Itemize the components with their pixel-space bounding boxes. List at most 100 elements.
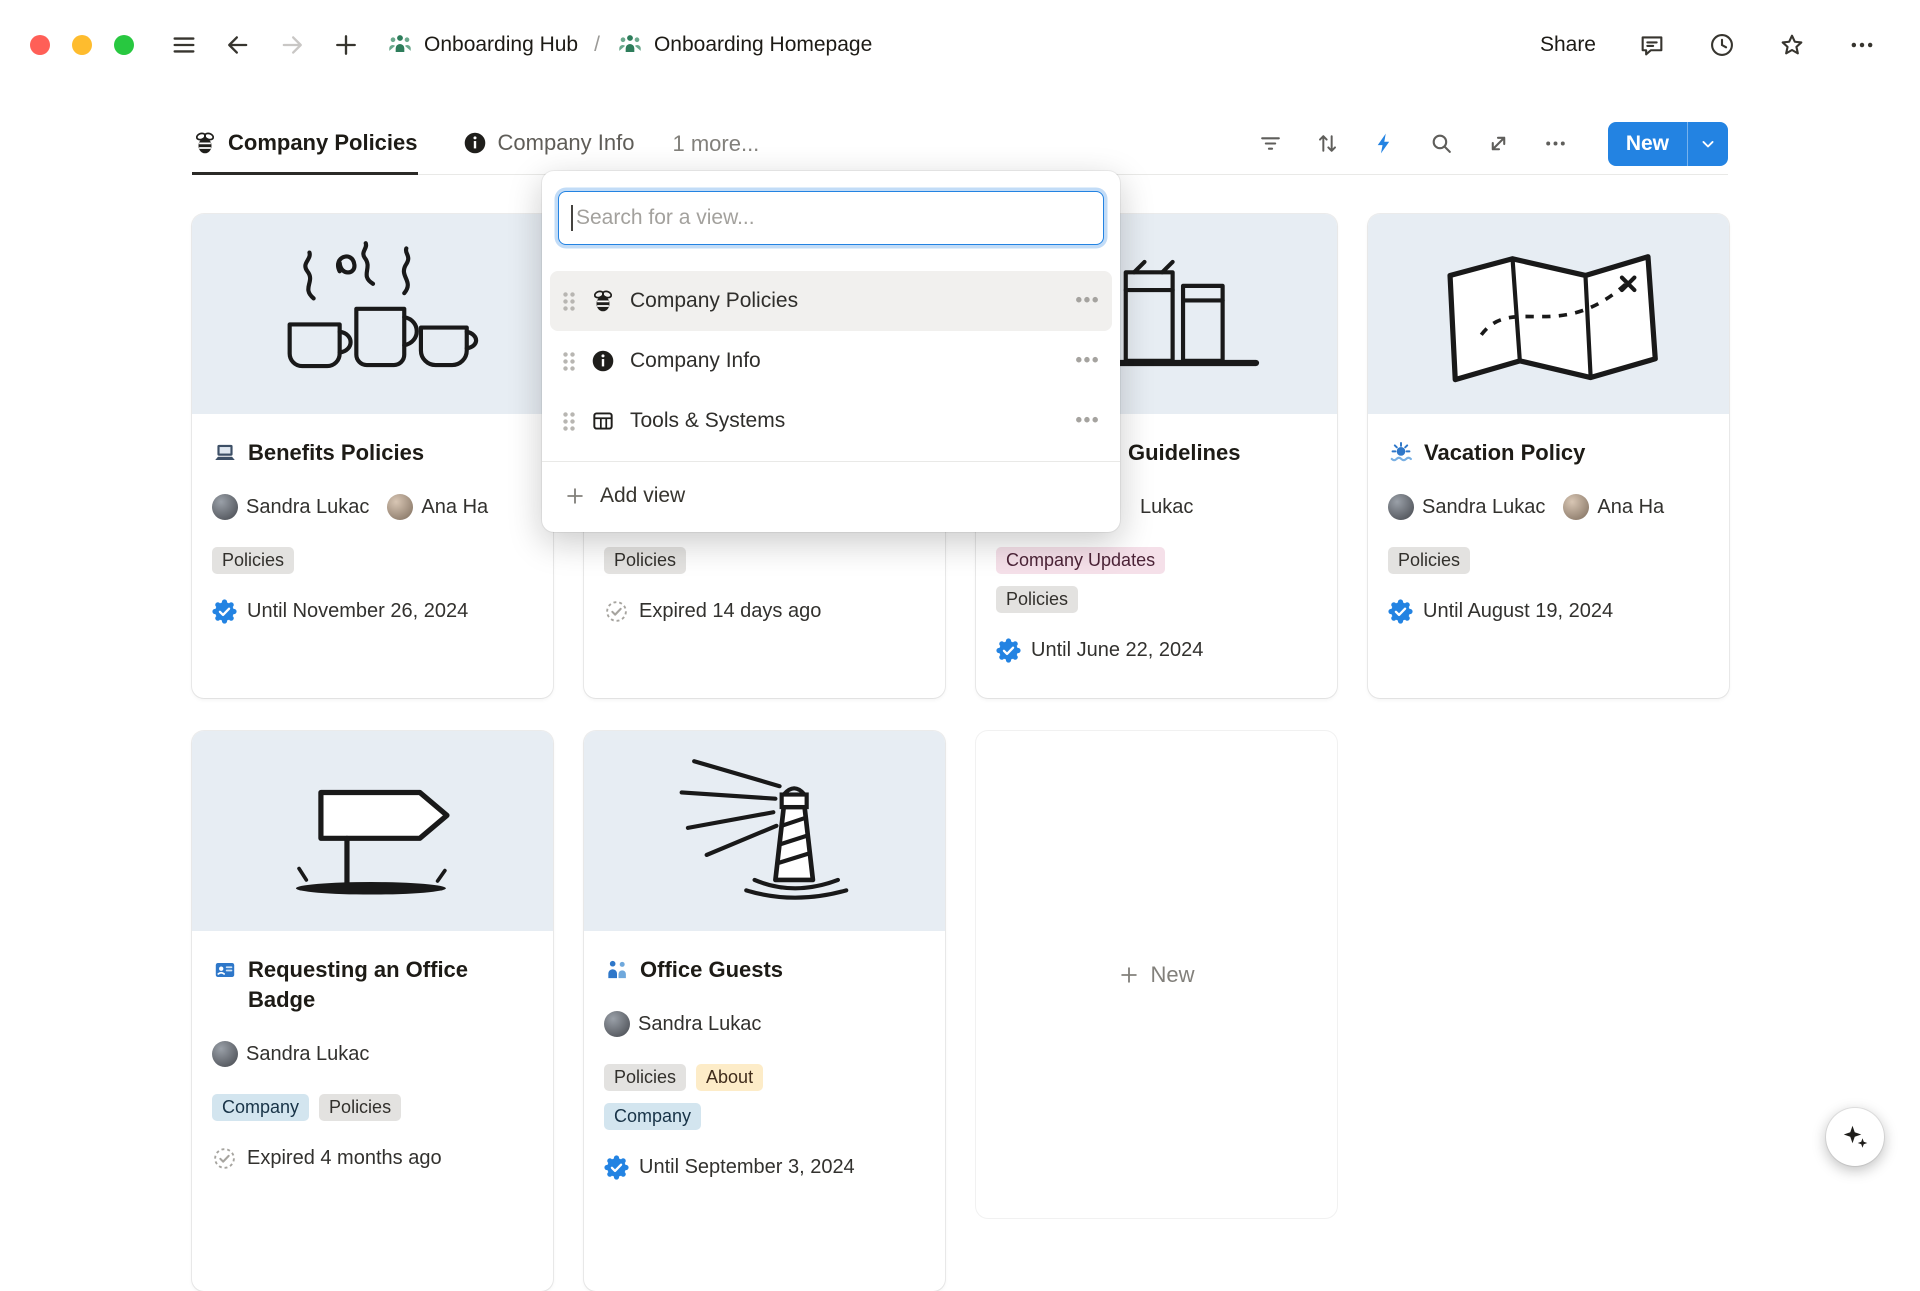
view-menu-item-label: Company Policies bbox=[630, 289, 1062, 313]
status-text: Until November 26, 2024 bbox=[247, 600, 468, 623]
tag-list: Company bbox=[604, 1103, 925, 1130]
tab-label: Company Info bbox=[498, 130, 635, 156]
status-text: Until September 3, 2024 bbox=[639, 1156, 855, 1179]
view-options-icon[interactable] bbox=[1543, 131, 1568, 156]
search-icon[interactable] bbox=[1429, 131, 1454, 156]
avatar bbox=[387, 494, 413, 520]
person-list: Sandra Lukac bbox=[604, 1011, 925, 1037]
status-row: Expired 4 months ago bbox=[212, 1146, 533, 1171]
search-placeholder: Search for a view... bbox=[576, 206, 755, 230]
verified-badge-icon bbox=[996, 638, 1021, 663]
view-menu-item-label: Tools & Systems bbox=[630, 409, 1062, 433]
two-people-icon bbox=[604, 957, 630, 983]
filter-icon[interactable] bbox=[1258, 131, 1283, 156]
view-menu-list: Company Policies ••• Company Info ••• To… bbox=[542, 263, 1120, 451]
status-text: Until June 22, 2024 bbox=[1031, 639, 1203, 662]
people-group-icon bbox=[616, 31, 644, 59]
header-actions: Share bbox=[1540, 31, 1876, 59]
zoom-window-button[interactable] bbox=[114, 35, 134, 55]
share-button[interactable]: Share bbox=[1540, 33, 1596, 57]
view-menu-item-tools-systems[interactable]: Tools & Systems ••• bbox=[550, 391, 1112, 451]
tag-list: Policies bbox=[996, 586, 1317, 613]
tag: About bbox=[696, 1064, 763, 1091]
view-search-input[interactable]: Search for a view... bbox=[558, 191, 1104, 245]
person-name: Lukac bbox=[1140, 496, 1193, 519]
close-window-button[interactable] bbox=[30, 35, 50, 55]
tag-list: Policies bbox=[1388, 547, 1709, 574]
card-title: Guidelines bbox=[1128, 438, 1240, 468]
tab-company-info[interactable]: Company Info bbox=[462, 113, 635, 175]
status-row: Until September 3, 2024 bbox=[604, 1155, 925, 1180]
view-menu-item-label: Company Info bbox=[630, 349, 1062, 373]
avatar bbox=[1563, 494, 1589, 520]
more-options-icon[interactable] bbox=[1848, 31, 1876, 59]
automation-lightning-icon[interactable] bbox=[1372, 131, 1397, 156]
tag-list: Company Updates bbox=[996, 547, 1317, 574]
view-menu-item-company-info[interactable]: Company Info ••• bbox=[550, 331, 1112, 391]
person-name: Sandra Lukac bbox=[246, 496, 369, 519]
tag: Company bbox=[212, 1094, 309, 1121]
tab-label: Company Policies bbox=[228, 130, 418, 156]
card-office-guests[interactable]: Office Guests Sandra Lukac Policies Abou… bbox=[584, 731, 945, 1291]
new-button[interactable]: New bbox=[1608, 122, 1728, 166]
card-cover-lighthouse bbox=[584, 731, 945, 931]
item-options-button[interactable]: ••• bbox=[1076, 410, 1100, 432]
drag-handle-icon[interactable] bbox=[562, 291, 576, 312]
back-icon[interactable] bbox=[224, 31, 252, 59]
tag: Policies bbox=[319, 1094, 401, 1121]
drag-handle-icon[interactable] bbox=[562, 411, 576, 432]
info-icon bbox=[590, 348, 616, 374]
avatar bbox=[212, 1041, 238, 1067]
new-card-button[interactable]: New bbox=[976, 731, 1337, 1218]
person-list: Sandra Lukac bbox=[212, 1041, 533, 1067]
new-card-label: New bbox=[1150, 962, 1194, 988]
expired-badge-icon bbox=[212, 1146, 237, 1171]
tag-list: Company Policies bbox=[212, 1094, 533, 1121]
breadcrumb-root[interactable]: Onboarding Hub bbox=[424, 33, 578, 57]
minimize-window-button[interactable] bbox=[72, 35, 92, 55]
card-cover-map bbox=[1368, 214, 1729, 414]
tab-more-views[interactable]: 1 more... bbox=[672, 131, 759, 157]
tag: Policies bbox=[212, 547, 294, 574]
view-menu-item-company-policies[interactable]: Company Policies ••• bbox=[550, 271, 1112, 331]
breadcrumb-separator: / bbox=[594, 33, 600, 57]
add-view-button[interactable]: Add view bbox=[542, 468, 1120, 524]
card-requesting-office-badge[interactable]: Requesting an Office Badge Sandra Lukac … bbox=[192, 731, 553, 1291]
tag: Policies bbox=[604, 547, 686, 574]
plus-icon bbox=[1118, 964, 1140, 986]
sidebar-menu-icon[interactable] bbox=[170, 31, 198, 59]
comments-icon[interactable] bbox=[1638, 31, 1666, 59]
tag: Company Updates bbox=[996, 547, 1165, 574]
card-vacation-policy[interactable]: Vacation Policy Sandra Lukac Ana Ha Poli… bbox=[1368, 214, 1729, 698]
expired-badge-icon bbox=[604, 599, 629, 624]
card-cover-mugs bbox=[192, 214, 553, 414]
bee-icon bbox=[192, 130, 218, 156]
new-button-label: New bbox=[1608, 132, 1687, 156]
table-icon bbox=[590, 408, 616, 434]
item-options-button[interactable]: ••• bbox=[1076, 350, 1100, 372]
item-options-button[interactable]: ••• bbox=[1076, 290, 1100, 312]
tab-company-policies[interactable]: Company Policies bbox=[192, 113, 418, 175]
people-group-icon bbox=[386, 31, 414, 59]
verified-badge-icon bbox=[604, 1155, 629, 1180]
verified-badge-icon bbox=[212, 599, 237, 624]
verified-badge-icon bbox=[1388, 599, 1413, 624]
favorite-star-icon[interactable] bbox=[1778, 31, 1806, 59]
sort-icon[interactable] bbox=[1315, 131, 1340, 156]
forward-icon[interactable] bbox=[278, 31, 306, 59]
card-benefits-policies[interactable]: Benefits Policies Sandra Lukac Ana Ha Po… bbox=[192, 214, 553, 698]
avatar bbox=[604, 1011, 630, 1037]
chevron-down-icon[interactable] bbox=[1688, 122, 1728, 166]
new-page-icon[interactable] bbox=[332, 31, 360, 59]
person-name: Ana Ha bbox=[421, 496, 488, 519]
status-row: Expired 14 days ago bbox=[604, 599, 925, 624]
person-list: Sandra Lukac Ana Ha bbox=[212, 494, 533, 520]
expand-icon[interactable] bbox=[1486, 131, 1511, 156]
ai-assistant-button[interactable] bbox=[1826, 1108, 1884, 1166]
history-clock-icon[interactable] bbox=[1708, 31, 1736, 59]
window-header: Onboarding Hub / Onboarding Homepage Sha… bbox=[0, 0, 1920, 90]
card-title: Vacation Policy bbox=[1424, 438, 1585, 468]
drag-handle-icon[interactable] bbox=[562, 351, 576, 372]
status-row: Until November 26, 2024 bbox=[212, 599, 533, 624]
breadcrumb-current[interactable]: Onboarding Homepage bbox=[654, 33, 872, 57]
